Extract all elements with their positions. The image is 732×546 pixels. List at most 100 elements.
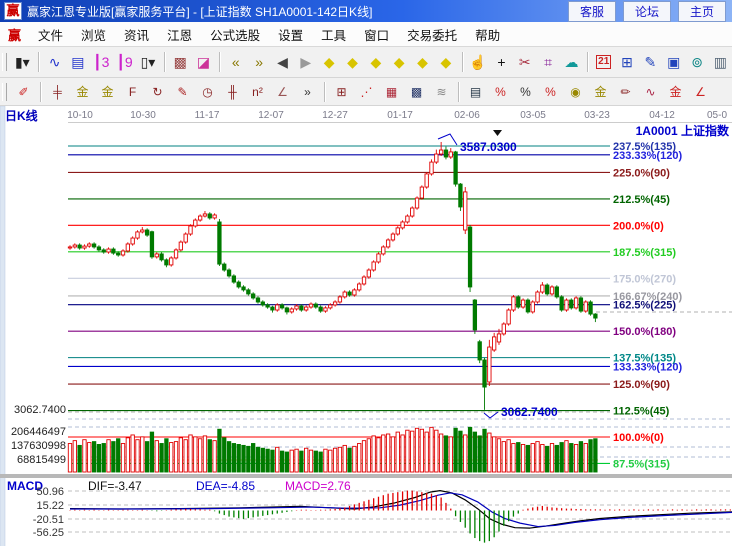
candle-body xyxy=(492,337,495,350)
last-page-icon[interactable]: » xyxy=(247,50,270,74)
menu-item-settings[interactable]: 设置 xyxy=(269,23,312,46)
volume-bar xyxy=(73,441,76,472)
volume-bar xyxy=(343,445,346,472)
more-tools-icon[interactable]: » xyxy=(295,81,320,103)
left-axis-label: 68815499 xyxy=(17,454,66,466)
gold-grid-2-icon[interactable]: 金 xyxy=(95,81,120,103)
angle-tool-j-icon[interactable]: ∠ xyxy=(688,81,713,103)
candle-body xyxy=(97,247,100,250)
macd-axis-label: -20.51 xyxy=(33,514,64,526)
customer-service-button[interactable]: 客服 xyxy=(568,1,616,22)
compress-x-diamond-icon[interactable]: ◆ xyxy=(388,50,411,74)
date-tick: 03-05 xyxy=(520,110,546,121)
info-board-icon[interactable]: ▤ xyxy=(66,50,89,74)
time-cycle-icon[interactable]: ◷ xyxy=(195,81,220,103)
scale-up-diamond-icon[interactable]: ◆ xyxy=(317,50,340,74)
expand-x-diamond-icon[interactable]: ◆ xyxy=(364,50,387,74)
menu-item-tools[interactable]: 工具 xyxy=(312,23,355,46)
menu-item-gann[interactable]: 江恩 xyxy=(158,23,201,46)
pane-splitter[interactable] xyxy=(0,474,732,478)
volume-bar xyxy=(145,442,148,472)
indicator-curve-icon[interactable]: ∿ xyxy=(43,50,66,74)
candle-body xyxy=(478,342,481,360)
hollow-candle-dropdown-icon[interactable]: ▯▾ xyxy=(136,50,159,74)
fan-lines-icon[interactable]: ⋰ xyxy=(354,81,379,103)
date-tick: 10-30 xyxy=(130,110,156,121)
angle-tool-a-icon[interactable]: ∠ xyxy=(270,81,295,103)
shift-left-diamond-icon[interactable]: ◆ xyxy=(411,50,434,74)
notepad-icon[interactable]: ✎ xyxy=(639,50,662,74)
grid-fill-red-icon[interactable]: ▦ xyxy=(379,81,404,103)
forum-button[interactable]: 论坛 xyxy=(623,1,671,22)
n-square-icon[interactable]: n² xyxy=(245,81,270,103)
scale-down-diamond-glyph: ◆ xyxy=(347,55,358,69)
draw-pen-icon[interactable]: ✐ xyxy=(11,81,36,103)
fib-grid-icon[interactable]: F xyxy=(120,81,145,103)
page-forward-icon[interactable]: ▶ xyxy=(294,50,317,74)
ruler-list-icon[interactable]: ▤ xyxy=(463,81,488,103)
gold-grid-1-icon[interactable]: 金 xyxy=(70,81,95,103)
parallel-lines-icon[interactable]: ≋ xyxy=(429,81,454,103)
volume-bar xyxy=(464,435,467,472)
chart-9min-icon[interactable]: ┃9 xyxy=(113,50,136,74)
volume-bar xyxy=(280,451,283,472)
spiral-tool-icon[interactable]: ↻ xyxy=(145,81,170,103)
menu-item-formula-stock-pick[interactable]: 公式选股 xyxy=(201,23,269,46)
menu-item-file[interactable]: 文件 xyxy=(29,23,72,46)
gold-circle-icon[interactable]: ◉ xyxy=(563,81,588,103)
menu-item-news[interactable]: 资讯 xyxy=(115,23,158,46)
candle-body xyxy=(319,307,322,311)
volume-bar xyxy=(92,442,95,472)
percent-retrace-icon[interactable]: % xyxy=(488,81,513,103)
gold-grid-1-glyph: 金 xyxy=(76,86,88,98)
left-axis-label: 3062.7400 xyxy=(14,404,66,416)
pen-bars-icon[interactable]: ✏ xyxy=(613,81,638,103)
smart-analysis-glyph: ☁ xyxy=(564,55,578,69)
kline-style-dropdown-icon[interactable]: ▮▾ xyxy=(11,50,34,74)
percent-plain-icon[interactable]: % xyxy=(513,81,538,103)
candle-body xyxy=(261,302,264,305)
volume-bar xyxy=(512,444,515,473)
pattern-grid-icon[interactable]: ▩ xyxy=(169,50,192,74)
menu-item-browse[interactable]: 浏览 xyxy=(72,23,115,46)
print-icon[interactable]: ▥ xyxy=(709,50,732,74)
candle-body xyxy=(464,192,467,230)
pen-grid-icon[interactable]: ✎ xyxy=(170,81,195,103)
toolbar-main: ▮▾∿▤┃3┃9▯▾▩◪«»◀▶◆◆◆◆◆◆☝+✂⌗☁21⊞✎▣⊚▥ xyxy=(0,47,732,78)
trend-grid-icon[interactable]: ⊞ xyxy=(329,81,354,103)
page-back-icon[interactable]: ◀ xyxy=(271,50,294,74)
menu-item-window[interactable]: 窗口 xyxy=(355,23,398,46)
wave-grid-icon[interactable]: ∿ xyxy=(638,81,663,103)
gold-lines-icon[interactable]: 金 xyxy=(588,81,613,103)
multi-color-chart-icon[interactable]: ◪ xyxy=(192,50,215,74)
percent-line-icon[interactable]: % xyxy=(538,81,563,103)
first-page-icon[interactable]: « xyxy=(224,50,247,74)
shift-right-diamond-icon[interactable]: ◆ xyxy=(434,50,457,74)
scale-down-diamond-icon[interactable]: ◆ xyxy=(341,50,364,74)
web-send-icon[interactable]: ⊚ xyxy=(685,50,708,74)
save-icon[interactable]: ▣ xyxy=(662,50,685,74)
volume-bar xyxy=(521,444,524,472)
toolbar-separator xyxy=(164,52,165,72)
calculator-icon[interactable]: ⊞ xyxy=(615,50,638,74)
smart-analysis-icon[interactable]: ☁ xyxy=(560,50,583,74)
volume-bar xyxy=(131,435,134,472)
calendar-icon[interactable]: 21 xyxy=(592,50,615,74)
candle-body xyxy=(425,174,428,187)
crosshair-tool-icon[interactable]: + xyxy=(490,50,513,74)
price-grid-icon[interactable]: ╫ xyxy=(220,81,245,103)
homepage-button[interactable]: 主页 xyxy=(678,1,726,22)
grid-fill-dark-icon[interactable]: ▩ xyxy=(404,81,429,103)
gann-grid-icon[interactable]: ╪ xyxy=(45,81,70,103)
menu-item-trade-entrust[interactable]: 交易委托 xyxy=(398,23,466,46)
gann-box-tool-glyph: ⌗ xyxy=(544,55,552,69)
candle-body xyxy=(555,287,558,297)
print-glyph: ▥ xyxy=(714,55,727,69)
menu-item-help[interactable]: 帮助 xyxy=(466,23,509,46)
hand-tool-icon[interactable]: ☝ xyxy=(466,50,489,74)
chart-canvas[interactable]: 10-1010-3011-1712-0712-2701-1702-0603-05… xyxy=(0,106,732,546)
delete-draw-tool-icon[interactable]: ✂ xyxy=(513,50,536,74)
gann-box-tool-icon[interactable]: ⌗ xyxy=(536,50,559,74)
gold-underline-icon[interactable]: 金 xyxy=(663,81,688,103)
chart-3min-icon[interactable]: ┃3 xyxy=(90,50,113,74)
